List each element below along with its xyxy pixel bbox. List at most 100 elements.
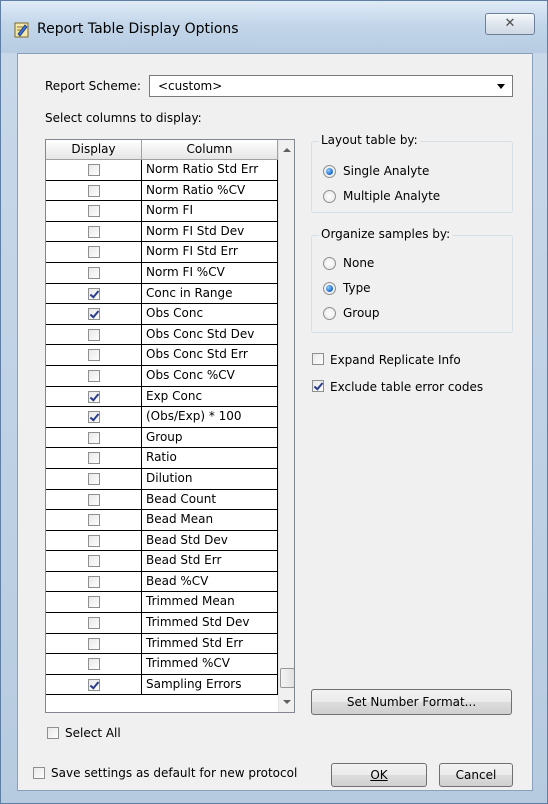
- display-cell[interactable]: [46, 427, 142, 449]
- row-display-checkbox[interactable]: [88, 431, 100, 444]
- column-name-cell[interactable]: Trimmed Std Dev: [142, 613, 278, 634]
- row-display-checkbox[interactable]: [88, 514, 100, 527]
- columns-grid[interactable]: Display Column Norm Ratio Std Err Norm Ra…: [45, 139, 295, 713]
- column-name-cell[interactable]: Norm FI: [142, 201, 278, 222]
- column-name-cell[interactable]: Dilution: [142, 468, 278, 490]
- column-name-cell[interactable]: Bead %CV: [142, 571, 278, 593]
- display-cell[interactable]: [46, 654, 142, 675]
- row-display-checkbox[interactable]: [88, 493, 100, 506]
- display-cell[interactable]: [46, 530, 142, 552]
- column-name-cell[interactable]: Bead Mean: [142, 510, 278, 531]
- radio-button[interactable]: [323, 307, 336, 320]
- column-name-cell[interactable]: Trimmed Std Err: [142, 633, 278, 655]
- display-column-header[interactable]: Display: [46, 140, 142, 160]
- radio-button[interactable]: [323, 257, 336, 270]
- row-display-checkbox[interactable]: [88, 328, 100, 341]
- row-display-checkbox[interactable]: [88, 617, 100, 630]
- column-name-cell[interactable]: Bead Std Err: [142, 551, 278, 572]
- display-cell[interactable]: [46, 262, 142, 284]
- display-cell[interactable]: [46, 510, 142, 531]
- display-cell[interactable]: [46, 180, 142, 202]
- row-display-checkbox[interactable]: [88, 390, 100, 403]
- checkbox[interactable]: [312, 353, 324, 365]
- scroll-thumb[interactable]: [280, 668, 294, 688]
- title-bar[interactable]: Report Table Display Options ✕: [1, 1, 547, 53]
- column-name-cell[interactable]: Sampling Errors: [142, 674, 278, 696]
- row-display-checkbox[interactable]: [88, 184, 100, 197]
- row-display-checkbox[interactable]: [88, 555, 100, 568]
- checkbox[interactable]: [47, 727, 59, 739]
- column-name-cell[interactable]: Norm Ratio Std Err: [142, 160, 278, 181]
- display-cell[interactable]: [46, 304, 142, 325]
- row-display-checkbox[interactable]: [88, 596, 100, 609]
- display-cell[interactable]: [46, 592, 142, 614]
- ok-button[interactable]: OK: [331, 763, 427, 787]
- display-cell[interactable]: [46, 242, 142, 263]
- row-display-checkbox[interactable]: [88, 225, 100, 238]
- radio-button[interactable]: [323, 190, 336, 203]
- row-display-checkbox[interactable]: [88, 266, 100, 279]
- display-cell[interactable]: [46, 613, 142, 634]
- column-name-cell[interactable]: (Obs/Exp) * 100: [142, 407, 278, 428]
- column-name-cell[interactable]: Obs Conc %CV: [142, 365, 278, 387]
- grid-scrollbar[interactable]: [278, 140, 294, 712]
- display-cell[interactable]: [46, 324, 142, 346]
- column-name-cell[interactable]: Norm FI Std Err: [142, 242, 278, 263]
- scroll-down-icon[interactable]: [283, 700, 291, 704]
- row-display-checkbox[interactable]: [88, 637, 100, 650]
- row-display-checkbox[interactable]: [88, 164, 100, 176]
- display-cell[interactable]: [46, 489, 142, 511]
- display-cell[interactable]: [46, 551, 142, 572]
- column-name-cell[interactable]: Ratio: [142, 448, 278, 469]
- display-cell[interactable]: [46, 283, 142, 305]
- scroll-up-icon[interactable]: [283, 148, 291, 152]
- row-display-checkbox[interactable]: [88, 658, 100, 671]
- checkbox[interactable]: [33, 767, 45, 779]
- row-display-checkbox[interactable]: [88, 575, 100, 588]
- report-scheme-dropdown[interactable]: <custom>: [149, 75, 513, 97]
- row-display-checkbox[interactable]: [88, 246, 100, 259]
- column-name-header[interactable]: Column: [142, 140, 278, 160]
- column-name-cell[interactable]: Obs Conc Std Err: [142, 345, 278, 366]
- row-display-checkbox[interactable]: [88, 287, 100, 300]
- display-cell[interactable]: [46, 468, 142, 490]
- column-name-cell[interactable]: Norm FI Std Dev: [142, 221, 278, 243]
- column-name-cell[interactable]: Bead Count: [142, 489, 278, 511]
- column-name-cell[interactable]: Conc in Range: [142, 283, 278, 305]
- row-display-checkbox[interactable]: [88, 369, 100, 382]
- display-cell[interactable]: [46, 633, 142, 655]
- display-cell[interactable]: [46, 674, 142, 696]
- row-display-checkbox[interactable]: [88, 678, 100, 691]
- display-cell[interactable]: [46, 345, 142, 366]
- display-cell[interactable]: [46, 201, 142, 222]
- column-name-cell[interactable]: Exp Conc: [142, 386, 278, 408]
- set-number-format-button[interactable]: Set Number Format...: [311, 689, 512, 715]
- row-display-checkbox[interactable]: [88, 308, 100, 321]
- display-cell[interactable]: [46, 407, 142, 428]
- row-display-checkbox[interactable]: [88, 349, 100, 362]
- row-display-checkbox[interactable]: [88, 411, 100, 424]
- display-cell[interactable]: [46, 221, 142, 243]
- row-display-checkbox[interactable]: [88, 452, 100, 465]
- close-button[interactable]: ✕: [485, 13, 535, 35]
- radio-button[interactable]: [323, 282, 336, 295]
- display-cell[interactable]: [46, 365, 142, 387]
- radio-button[interactable]: [323, 165, 336, 178]
- column-name-cell[interactable]: Group: [142, 427, 278, 449]
- column-name-cell[interactable]: Trimmed %CV: [142, 654, 278, 675]
- row-display-checkbox[interactable]: [88, 205, 100, 218]
- display-cell[interactable]: [46, 448, 142, 469]
- column-name-cell[interactable]: Bead Std Dev: [142, 530, 278, 552]
- display-cell[interactable]: [46, 571, 142, 593]
- row-display-checkbox[interactable]: [88, 472, 100, 485]
- column-name-cell[interactable]: Obs Conc Std Dev: [142, 324, 278, 346]
- checkbox[interactable]: [312, 380, 324, 392]
- display-cell[interactable]: [46, 386, 142, 408]
- column-name-cell[interactable]: Norm FI %CV: [142, 262, 278, 284]
- cancel-button[interactable]: Cancel: [439, 763, 513, 787]
- column-name-cell[interactable]: Obs Conc: [142, 304, 278, 325]
- row-display-checkbox[interactable]: [88, 534, 100, 547]
- column-name-cell[interactable]: Norm Ratio %CV: [142, 180, 278, 202]
- display-cell[interactable]: [46, 160, 142, 181]
- column-name-cell[interactable]: Trimmed Mean: [142, 592, 278, 614]
